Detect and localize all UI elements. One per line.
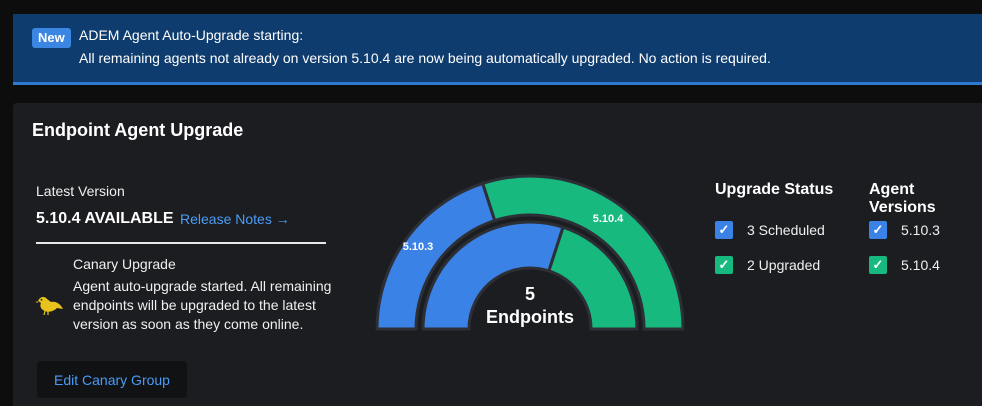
card-title: Endpoint Agent Upgrade (32, 120, 244, 140)
banner-text: All remaining agents not already on vers… (79, 50, 771, 66)
legend-item-scheduled[interactable]: ✓ 3 Scheduled (715, 221, 825, 239)
edit-canary-group-button[interactable]: Edit Canary Group (37, 361, 187, 398)
canary-bird-icon (35, 296, 63, 315)
legend-label: 5.10.3 (901, 222, 940, 238)
endpoints-gauge-chart: 5.10.3 5.10.4 5 Endpoints (375, 174, 685, 331)
new-badge: New (32, 28, 71, 48)
outer-label-5-10-3: 5.10.3 (403, 241, 434, 253)
checkbox-checked-icon[interactable]: ✓ (869, 256, 887, 274)
outer-label-5-10-4: 5.10.4 (593, 213, 624, 225)
canary-upgrade-title: Canary Upgrade (73, 256, 176, 272)
banner-title: ADEM Agent Auto-Upgrade starting: (79, 27, 304, 43)
agent-versions-title: Agent Versions (869, 181, 936, 216)
announcement-banner: New ADEM Agent Auto-Upgrade starting: Al… (13, 14, 982, 85)
divider (36, 242, 326, 244)
checkbox-checked-icon[interactable]: ✓ (715, 221, 733, 239)
upgrade-status-title: Upgrade Status (715, 181, 834, 198)
legend-label: 3 Scheduled (747, 222, 825, 238)
legend-label: 2 Upgraded (747, 257, 821, 273)
legend-item-upgraded[interactable]: ✓ 2 Upgraded (715, 256, 820, 274)
legend-item-5-10-3[interactable]: ✓ 5.10.3 (869, 221, 940, 239)
legend-label: 5.10.4 (901, 257, 940, 273)
checkbox-checked-icon[interactable]: ✓ (715, 256, 733, 274)
latest-version-label: Latest Version (36, 183, 125, 199)
canary-upgrade-description: Agent auto-upgrade started. All remainin… (73, 278, 332, 332)
latest-version-value: 5.10.4 AVAILABLE (36, 210, 174, 227)
legend-item-5-10-4[interactable]: ✓ 5.10.4 (869, 256, 940, 274)
endpoint-agent-upgrade-card: Endpoint Agent Upgrade Latest Version 5.… (13, 103, 982, 406)
endpoint-count-label: Endpoints (486, 307, 574, 327)
checkbox-checked-icon[interactable]: ✓ (869, 221, 887, 239)
endpoint-count: 5 (525, 284, 535, 304)
release-notes-link[interactable]: Release Notes → (180, 211, 290, 227)
